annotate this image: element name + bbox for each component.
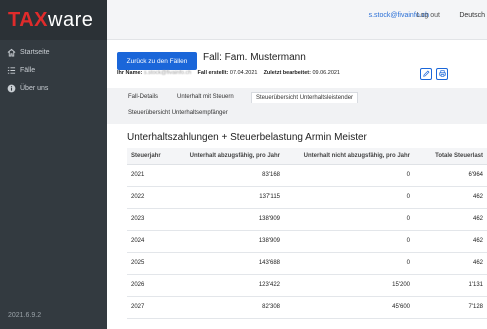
- app-version: 2021.6.9.2: [8, 312, 42, 319]
- created-label: Fall erstellt:: [197, 70, 229, 76]
- cell-non-deductible: 45'600: [284, 296, 414, 319]
- name-label: Ihr Name:: [117, 70, 143, 76]
- tab-steueruebersicht-empfaenger[interactable]: Steuerübersicht Unterhaltsempfänger: [128, 110, 228, 116]
- tax-table: Steuerjahr Unterhalt abzugsfähig, pro Ja…: [127, 148, 487, 319]
- cell-total-tax: 6'964: [414, 164, 487, 187]
- page-title: Fall: Fam. Mustermann: [203, 52, 306, 63]
- logo-ware-text: ware: [48, 8, 94, 31]
- created-value: 07.04.2021: [229, 70, 258, 76]
- case-header: Zurück zu den Fällen Fall: Fam. Musterma…: [107, 40, 487, 88]
- col-unterhalt-nicht-abzugsfaehig: Unterhalt nicht abzugsfähig, pro Jahr: [284, 148, 414, 165]
- logout-link[interactable]: Log out: [417, 12, 440, 19]
- table-row: 2022 137'115 0 462: [127, 186, 487, 209]
- cell-total-tax: 462: [414, 252, 487, 275]
- cell-total-tax: 462: [414, 230, 487, 253]
- main-content: Unterhaltszahlungen + Steuerbelastung Ar…: [107, 124, 487, 329]
- cell-year: 2022: [127, 186, 173, 209]
- sidebar-item-label: Über uns: [20, 84, 49, 92]
- cell-non-deductible: 0: [284, 230, 414, 253]
- sidebar-item-ueber-uns[interactable]: Über uns: [0, 79, 107, 97]
- cell-deductible: 83'168: [173, 164, 284, 187]
- cell-deductible: 137'115: [173, 186, 284, 209]
- sidebar-item-faelle[interactable]: Fälle: [0, 61, 107, 79]
- cell-year: 2026: [127, 274, 173, 297]
- table-row: 2025 143'688 0 462: [127, 252, 487, 275]
- name-value: s.stock@fivainfo.ch: [143, 70, 192, 76]
- cell-total-tax: 7'128: [414, 296, 487, 319]
- section-title: Unterhaltszahlungen + Steuerbelastung Ar…: [127, 132, 367, 143]
- cell-deductible: 138'909: [173, 208, 284, 231]
- sidebar-item-startseite[interactable]: Startseite: [0, 43, 107, 61]
- print-button[interactable]: [436, 68, 448, 80]
- tab-bar: Fall-Details Unterhalt mit Steuern Steue…: [107, 88, 487, 124]
- cell-non-deductible: 0: [284, 208, 414, 231]
- cell-deductible: 123'422: [173, 274, 284, 297]
- table-row: 2027 82'308 45'600 7'128: [127, 296, 487, 319]
- sidebar-item-label: Fälle: [20, 66, 36, 74]
- table-row: 2026 123'422 15'200 1'131: [127, 274, 487, 297]
- edited-label: Zuletzt bearbeitet:: [263, 70, 311, 76]
- col-unterhalt-abzugsfaehig: Unterhalt abzugsfähig, pro Jahr: [173, 148, 284, 165]
- tab-fall-details[interactable]: Fall-Details: [128, 94, 158, 100]
- table-row: 2021 83'168 0 6'964: [127, 164, 487, 187]
- col-steuerjahr: Steuerjahr: [127, 148, 173, 165]
- col-totale-steuerlast: Totale Steuerlast: [414, 148, 487, 165]
- cell-year: 2023: [127, 208, 173, 231]
- top-bar: s.stock@fivainfo.ch Log out Deutsch: [107, 0, 487, 40]
- cell-year: 2024: [127, 230, 173, 253]
- cell-non-deductible: 15'200: [284, 274, 414, 297]
- sidebar-item-label: Startseite: [20, 48, 50, 56]
- logo-tax-text: TAX: [8, 8, 49, 31]
- home-icon: [6, 47, 16, 57]
- table-row: 2023 138'909 0 462: [127, 208, 487, 231]
- cell-deductible: 82'308: [173, 296, 284, 319]
- edit-icon: [422, 70, 430, 79]
- cell-deductible: 138'909: [173, 230, 284, 253]
- tab-unterhalt-mit-steuern[interactable]: Unterhalt mit Steuern: [177, 94, 234, 100]
- cell-year: 2021: [127, 164, 173, 187]
- info-icon: [6, 83, 16, 93]
- print-icon: [438, 69, 446, 79]
- cell-non-deductible: 0: [284, 164, 414, 187]
- tab-steueruebersicht-leistender[interactable]: Steuerübersicht Unterhaltsleistender: [251, 92, 359, 103]
- cell-total-tax: 462: [414, 208, 487, 231]
- sidebar: TAX ware Startseite Fälle Über uns 2021.6…: [0, 0, 107, 329]
- cell-total-tax: 1'131: [414, 274, 487, 297]
- cell-year: 2025: [127, 252, 173, 275]
- cell-non-deductible: 0: [284, 252, 414, 275]
- list-icon: [6, 65, 16, 75]
- cell-total-tax: 462: [414, 186, 487, 209]
- language-selector[interactable]: Deutsch: [459, 12, 485, 19]
- cell-deductible: 143'688: [173, 252, 284, 275]
- back-to-cases-button[interactable]: Zurück zu den Fällen: [117, 52, 197, 70]
- table-header-row: Steuerjahr Unterhalt abzugsfähig, pro Ja…: [127, 148, 487, 165]
- cell-year: 2027: [127, 296, 173, 319]
- case-meta: Ihr Name: s.stock@fivainfo.ch Fall erste…: [117, 70, 340, 76]
- cell-non-deductible: 0: [284, 186, 414, 209]
- edit-button[interactable]: [420, 68, 432, 80]
- app-logo[interactable]: TAX ware: [0, 0, 107, 40]
- table-row: 2024 138'909 0 462: [127, 230, 487, 253]
- edited-value: 09.06.2021: [312, 70, 340, 76]
